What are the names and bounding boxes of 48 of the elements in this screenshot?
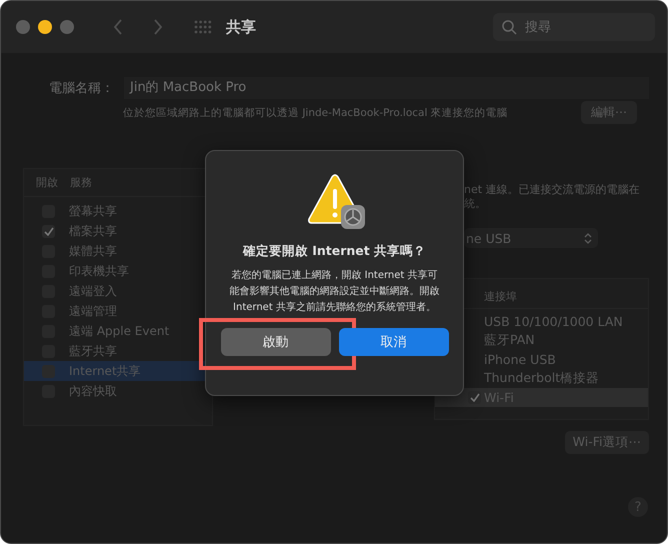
service-row[interactable]: 遠端 Apple Event [24, 321, 212, 341]
minimize-button[interactable] [38, 20, 52, 34]
description-text: net 連線。已連接交流電源的電腦在 [463, 183, 641, 197]
service-row[interactable]: 藍牙共享 [24, 341, 212, 361]
service-row[interactable]: 印表機共享 [24, 261, 212, 281]
service-name: 遠端管理 [69, 302, 117, 320]
checkbox[interactable] [42, 224, 55, 238]
port-name: iPhone USB [484, 352, 556, 367]
back-icon[interactable] [112, 18, 124, 36]
checkmark-icon [44, 226, 54, 236]
service-name: Internet共享 [69, 362, 141, 380]
service-row[interactable]: 遠端管理 [24, 301, 212, 321]
service-row[interactable]: 內容快取 [24, 381, 212, 401]
computer-name-label: 電腦名稱： [49, 80, 114, 97]
service-name: 螢幕共享 [69, 202, 117, 220]
service-name: 遠端 Apple Event [69, 322, 170, 340]
cancel-button[interactable]: 取消 [338, 328, 448, 356]
service-name: 遠端登入 [69, 282, 117, 300]
zoom-button[interactable] [60, 20, 74, 34]
service-row[interactable]: 螢幕共享 [24, 201, 212, 221]
description-text: 統。 [463, 197, 487, 211]
service-name: 內容快取 [69, 382, 117, 400]
close-button[interactable] [16, 20, 30, 34]
grid-icon[interactable] [194, 20, 212, 34]
search-field[interactable]: 搜尋 [493, 13, 655, 41]
service-name: 檔案共享 [69, 222, 117, 240]
search-icon [501, 19, 517, 35]
network-address-text: 位於您區域網路上的電腦都可以透過 Jinde-MacBook-Pro.local 來連接您的電腦 [123, 106, 508, 120]
computer-name-field[interactable]: Jin的 MacBook Pro [124, 77, 649, 99]
port-name: Thunderbolt橋接器 [484, 370, 600, 387]
service-row[interactable]: 媒體共享 [24, 241, 212, 261]
help-button[interactable]: ? [628, 497, 648, 517]
forward-icon[interactable] [152, 18, 164, 36]
service-row[interactable]: 遠端登入 [24, 281, 212, 301]
service-name: 印表機共享 [69, 262, 129, 280]
dialog-message: 若您的電腦已連上網路，開啟 Internet 共享可能會影響其他電腦的網路設定並中斷網路。開啟 Internet 共享之前請先聯絡您的系統管理者。 [228, 268, 440, 315]
start-button[interactable]: 啟動 [220, 328, 330, 356]
port-name: USB 10/100/1000 LAN [484, 314, 623, 329]
service-name: 媒體共享 [69, 242, 117, 260]
chevron-icon [584, 232, 592, 244]
dialog-title: 確定要開啟 Internet 共享嗎？ [242, 243, 426, 260]
search-input[interactable]: 搜尋 [523, 18, 637, 36]
service-name: 藍牙共享 [69, 342, 117, 360]
window-title: 共享 [226, 18, 256, 36]
port-name: 藍牙PAN [484, 332, 535, 349]
service-row[interactable]: 檔案共享 [24, 221, 212, 241]
checkbox[interactable] [468, 391, 481, 404]
checkmark-icon [470, 393, 480, 402]
